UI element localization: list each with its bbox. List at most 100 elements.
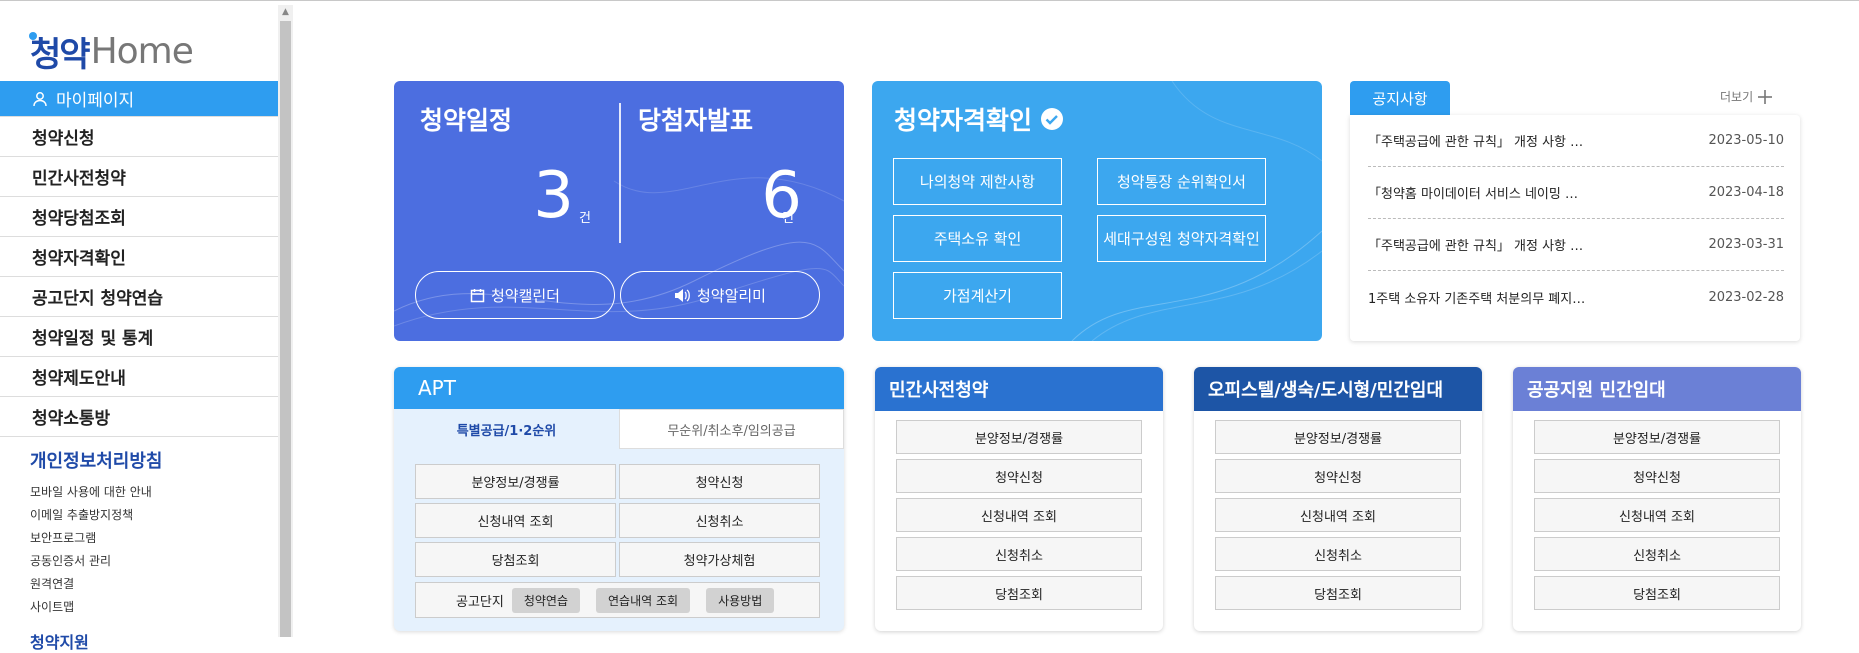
calendar-button[interactable]: 청약캘린더	[415, 271, 615, 319]
sidebar-item-practice[interactable]: 공고단지 청약연습	[0, 277, 278, 317]
scroll-up-icon[interactable]: ▲	[278, 5, 293, 20]
winner-button[interactable]: 당첨조회	[1534, 576, 1780, 610]
sale-info-button[interactable]: 분양정보/경쟁률	[896, 420, 1142, 454]
qualification-panel: 청약자격확인 나의청약 제한사항 청약통장 순위확인서 주택소유 확인 세대구성…	[872, 81, 1322, 341]
sidebar-item-label: 마이페이지	[56, 91, 135, 111]
certificate-link[interactable]: 공동인증서 관리	[30, 550, 152, 573]
panel-divider	[619, 103, 621, 243]
notice-list: 「주택공급에 관한 규칙」 개정 사항 … 2023-05-10 「청약홈 마이…	[1350, 115, 1800, 341]
notice-date: 2023-04-18	[1708, 185, 1784, 200]
sale-info-button[interactable]: 분양정보/경쟁률	[1215, 420, 1461, 454]
cancel-button[interactable]: 신청취소	[896, 537, 1142, 571]
history-button[interactable]: 신청내역 조회	[1534, 498, 1780, 532]
privacy-policy-link[interactable]: 개인정보처리방침	[30, 447, 162, 473]
sidebar-item-schedule-stats[interactable]: 청약일정 및 통계	[0, 317, 278, 357]
more-label: 더보기	[1720, 90, 1754, 104]
private-pre-sale-card: 민간사전청약 분양정보/경쟁률 청약신청 신청내역 조회 신청취소 당첨조회	[875, 367, 1163, 631]
winner-button[interactable]: 당첨조회	[1215, 576, 1461, 610]
email-policy-link[interactable]: 이메일 추출방지정책	[30, 504, 152, 527]
apt-virtual-experience-button[interactable]: 청약가상체험	[619, 542, 820, 577]
tab-notices[interactable]: 공지사항	[1350, 81, 1450, 116]
my-restriction-button[interactable]: 나의청약 제한사항	[893, 158, 1062, 205]
sidebar-menu: 마이페이지 청약신청 민간사전청약 청약당첨조회 청약자격확인 공고단지 청약연…	[0, 81, 278, 437]
user-icon	[33, 91, 47, 106]
list-item[interactable]: 「주택공급에 관한 규칙」 개정 사항 … 2023-05-10	[1368, 115, 1784, 167]
sidebar-item-winner-check[interactable]: 청약당첨조회	[0, 197, 278, 237]
sidebar-item-private-pre-sale[interactable]: 민간사전청약	[0, 157, 278, 197]
tab-special-supply[interactable]: 특별공급/1·2순위	[394, 409, 619, 449]
cancel-button[interactable]: 신청취소	[1534, 537, 1780, 571]
sidebar-sublinks: 모바일 사용에 대한 안내 이메일 추출방지정책 보안프로그램 공동인증서 관리…	[30, 481, 152, 619]
apt-practice-row: 공고단지 청약연습 연습내역 조회 사용방법	[415, 582, 820, 618]
calendar-icon	[470, 288, 485, 302]
officetel-card: 오피스텔/생숙/도시형/민간임대 분양정보/경쟁률 청약신청 신청내역 조회 신…	[1194, 367, 1482, 631]
notice-date: 2023-03-31	[1708, 237, 1784, 252]
practice-history-button[interactable]: 연습내역 조회	[596, 587, 691, 613]
sitemap-link[interactable]: 사이트맵	[30, 596, 152, 619]
notice-date: 2023-02-28	[1708, 289, 1784, 305]
notice-date: 2023-05-10	[1708, 133, 1784, 148]
winner-title: 당첨자발표	[638, 106, 754, 135]
list-item[interactable]: 「청약홈 마이데이터 서비스 네이밍 … 2023-04-18	[1368, 167, 1784, 219]
apply-button[interactable]: 청약신청	[1534, 459, 1780, 493]
sidebar-more-heading: 청약지원	[30, 633, 89, 652]
notice-more-link[interactable]: 더보기	[1720, 88, 1773, 105]
notice-title: 「주택공급에 관한 규칙」 개정 사항 …	[1368, 135, 1584, 150]
sidebar-item-qualification[interactable]: 청약자격확인	[0, 237, 278, 277]
card-header: 오피스텔/생숙/도시형/민간임대	[1194, 367, 1482, 411]
score-calculator-button[interactable]: 가점계산기	[893, 272, 1062, 319]
tab-no-rank-supply[interactable]: 무순위/취소후/임의공급	[619, 409, 844, 449]
speaker-icon	[674, 288, 690, 302]
house-ownership-button[interactable]: 주택소유 확인	[893, 215, 1062, 262]
account-rank-button[interactable]: 청약통장 순위확인서	[1097, 158, 1266, 205]
qualification-title: 청약자격확인	[894, 101, 1064, 137]
security-program-link[interactable]: 보안프로그램	[30, 527, 152, 550]
apt-apply-button[interactable]: 청약신청	[619, 464, 820, 499]
list-item[interactable]: 「주택공급에 관한 규칙」 개정 사항 … 2023-03-31	[1368, 219, 1784, 271]
list-item[interactable]: 1주택 소유자 기존주택 처분의무 폐지… 2023-02-28	[1368, 271, 1784, 323]
logo-english-text: Home	[90, 30, 194, 72]
site-logo[interactable]: 청약 Home	[29, 27, 194, 75]
schedule-count-unit: 건	[579, 211, 591, 226]
practice-label: 공고단지	[456, 594, 504, 610]
alarm-button[interactable]: 청약알리미	[620, 271, 820, 319]
cancel-button[interactable]: 신청취소	[1215, 537, 1461, 571]
mobile-guide-link[interactable]: 모바일 사용에 대한 안내	[30, 481, 152, 504]
sidebar-item-apply[interactable]: 청약신청	[0, 117, 278, 157]
schedule-panel: 청약일정 당첨자발표 3 건 6 건 청약캘린더 청약알리미	[394, 81, 844, 341]
sidebar-scrollbar[interactable]: ▲	[278, 5, 293, 637]
household-qualification-button[interactable]: 세대구성원 청약자격확인	[1097, 215, 1266, 262]
apply-button[interactable]: 청약신청	[1215, 459, 1461, 493]
apt-history-button[interactable]: 신청내역 조회	[415, 503, 616, 538]
practice-button[interactable]: 청약연습	[511, 587, 581, 613]
schedule-count[interactable]: 3	[533, 159, 574, 233]
scrollbar-thumb[interactable]	[280, 21, 291, 637]
winner-count-unit: 건	[782, 211, 794, 226]
notice-title: 「청약홈 마이데이터 서비스 네이밍 …	[1368, 187, 1578, 202]
history-button[interactable]: 신청내역 조회	[1215, 498, 1461, 532]
calendar-button-label: 청약캘린더	[490, 286, 560, 305]
logo-korean-text: 청약	[30, 34, 91, 75]
remote-connect-link[interactable]: 원격연결	[30, 573, 152, 596]
apt-winner-button[interactable]: 당첨조회	[415, 542, 616, 577]
check-circle-icon	[1041, 108, 1064, 130]
card-header: 공공지원 민간임대	[1513, 367, 1801, 411]
public-rental-card: 공공지원 민간임대 분양정보/경쟁률 청약신청 신청내역 조회 신청취소 당첨조…	[1513, 367, 1801, 631]
sale-info-button[interactable]: 분양정보/경쟁률	[1534, 420, 1780, 454]
apt-cancel-button[interactable]: 신청취소	[619, 503, 820, 538]
sidebar-item-community[interactable]: 청약소통방	[0, 397, 278, 437]
history-button[interactable]: 신청내역 조회	[896, 498, 1142, 532]
logo-star-icon	[29, 32, 37, 40]
alarm-button-label: 청약알리미	[696, 286, 766, 305]
winner-button[interactable]: 당첨조회	[896, 576, 1142, 610]
card-header: 민간사전청약	[875, 367, 1163, 411]
apt-tabs: 특별공급/1·2순위 무순위/취소후/임의공급	[394, 409, 844, 449]
sidebar-item-mypage[interactable]: 마이페이지	[0, 81, 278, 117]
apply-button[interactable]: 청약신청	[896, 459, 1142, 493]
schedule-title: 청약일정	[420, 106, 513, 135]
how-to-use-button[interactable]: 사용방법	[706, 587, 775, 613]
notice-title: 1주택 소유자 기존주택 처분의무 폐지…	[1368, 291, 1586, 307]
sidebar-item-system-guide[interactable]: 청약제도안내	[0, 357, 278, 397]
apt-sale-info-button[interactable]: 분양정보/경쟁률	[415, 464, 616, 499]
sidebar: 청약 Home 마이페이지 청약신청 민간사전청약 청약당첨조회 청약자격확인 …	[0, 5, 278, 652]
